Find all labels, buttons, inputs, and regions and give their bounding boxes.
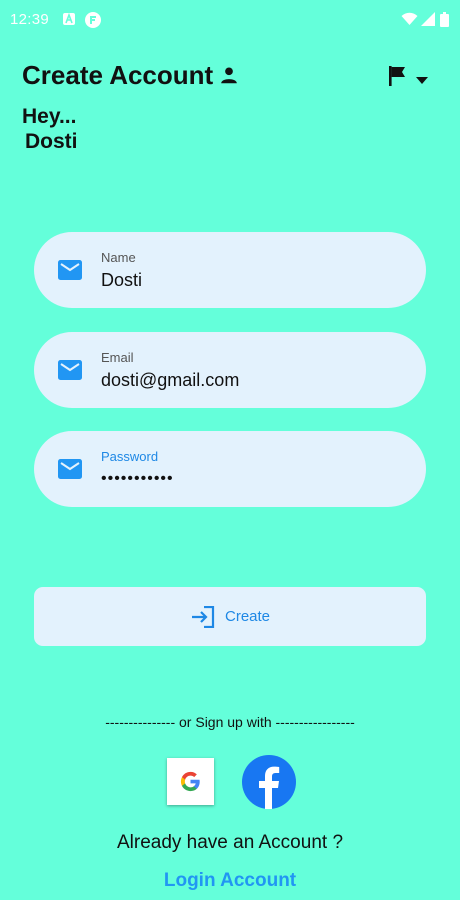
login-account-link[interactable]: Login Account — [0, 870, 460, 892]
facebook-icon — [242, 755, 296, 813]
flag-icon — [386, 64, 408, 93]
wifi-icon — [401, 12, 418, 30]
page-title: Create Account — [22, 60, 214, 90]
signal-icon — [421, 12, 435, 30]
password-field[interactable]: Password ••••••••••• — [34, 431, 426, 507]
app-f-icon — [85, 12, 101, 32]
mail-icon — [58, 459, 82, 484]
login-icon — [191, 605, 215, 633]
greeting-name: Dosti — [25, 130, 78, 153]
status-bar: 12:39 — [0, 0, 460, 40]
email-field[interactable]: Email dosti@gmail.com — [34, 332, 426, 408]
facebook-signup-button[interactable] — [242, 755, 296, 809]
email-input[interactable]: dosti@gmail.com — [101, 370, 239, 391]
greeting-line1: Hey... — [22, 105, 77, 128]
status-time: 12:39 — [10, 11, 50, 28]
chevron-down-icon — [416, 72, 428, 90]
already-have-account-text: Already have an Account ? — [116, 832, 344, 853]
create-button-label: Create — [225, 608, 271, 625]
name-input[interactable]: Dosti — [101, 270, 142, 291]
name-field[interactable]: Name Dosti — [34, 232, 426, 308]
font-a-icon — [62, 12, 76, 30]
mail-icon — [58, 260, 82, 285]
signup-divider: --------------- or Sign up with --------… — [105, 714, 355, 730]
password-input[interactable]: ••••••••••• — [101, 470, 174, 488]
battery-icon — [440, 12, 449, 31]
language-dropdown[interactable] — [386, 64, 432, 90]
person-icon — [218, 64, 240, 91]
greeting: Hey... Dosti — [22, 104, 78, 154]
name-label: Name — [101, 250, 136, 265]
email-label: Email — [101, 350, 134, 365]
mail-icon — [58, 360, 82, 385]
google-signup-button[interactable] — [167, 758, 214, 805]
create-button[interactable]: Create — [34, 587, 426, 646]
password-label: Password — [101, 449, 159, 464]
